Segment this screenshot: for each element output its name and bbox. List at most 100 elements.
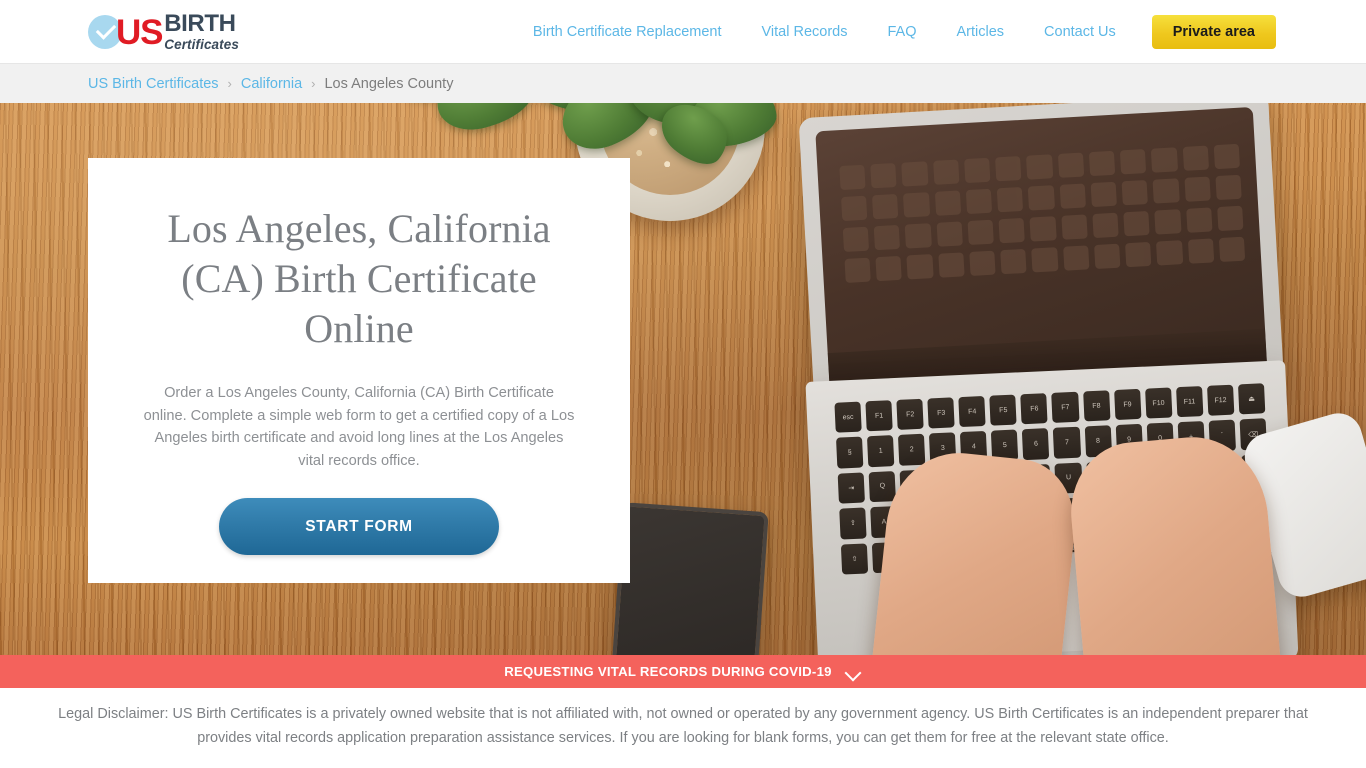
- reflection-key: [903, 192, 930, 218]
- reflection-key: [1062, 245, 1090, 271]
- reflection-key: [1061, 214, 1088, 240]
- logo-us-text: US: [116, 12, 163, 52]
- laptop-key: F9: [1113, 388, 1142, 421]
- logo-wordmark: BIRTH Certificates: [164, 12, 239, 52]
- breadcrumb-item-current: Los Angeles County: [324, 75, 454, 92]
- start-form-button[interactable]: START FORM: [219, 498, 499, 556]
- reflection-key: [1026, 154, 1053, 180]
- reflection-key: [872, 193, 899, 220]
- laptop-key: 6: [1022, 428, 1050, 461]
- reflection-key: [1215, 174, 1242, 201]
- laptop-key: F5: [989, 394, 1018, 427]
- laptop-screen-keyboard-reflection: [839, 143, 1248, 346]
- reflection-key: [1185, 207, 1213, 233]
- laptop-screen: [798, 103, 1284, 398]
- reflection-key: [1213, 143, 1240, 170]
- reflection-key: [901, 161, 929, 187]
- reflection-key: [1216, 205, 1244, 232]
- reflection-key: [1092, 212, 1119, 239]
- laptop-key: esc: [834, 401, 862, 434]
- nav-item-contact-us[interactable]: Contact Us: [1024, 24, 1136, 40]
- nav-item-faq[interactable]: FAQ: [867, 24, 936, 40]
- reflection-key: [1182, 145, 1209, 171]
- hero-subtitle: Order a Los Angeles County, California (…: [143, 385, 575, 469]
- reflection-key: [995, 156, 1022, 182]
- chevron-down-icon[interactable]: [845, 667, 862, 676]
- reflection-key: [932, 159, 960, 185]
- reflection-key: [1028, 185, 1055, 211]
- tablet-device: [609, 502, 769, 655]
- laptop-key: ⇥: [837, 472, 866, 504]
- reflection-key: [873, 224, 901, 251]
- reflection-key: [1090, 181, 1117, 208]
- laptop-key: F10: [1144, 387, 1173, 420]
- reflection-key: [1119, 149, 1147, 175]
- laptop-key: F8: [1082, 390, 1111, 422]
- breadcrumb-item-california[interactable]: California: [241, 76, 302, 92]
- logo-certificates-text: Certificates: [164, 37, 239, 53]
- covid-banner[interactable]: REQUESTING VITAL RECORDS DURING COVID-19: [0, 655, 1366, 688]
- reflection-key: [1123, 210, 1150, 237]
- main-navigation: Birth Certificate Replacement Vital Reco…: [513, 0, 1276, 64]
- laptop-key: 7: [1053, 427, 1081, 459]
- laptop-key: F6: [1020, 393, 1049, 425]
- logo-birth-text: BIRTH: [164, 10, 236, 38]
- reflection-key: [1059, 183, 1086, 209]
- laptop-key: F2: [896, 398, 924, 431]
- breadcrumb-item-home[interactable]: US Birth Certificates: [88, 76, 219, 92]
- reflection-key: [1057, 152, 1085, 178]
- laptop-key: Q: [868, 470, 897, 503]
- reflection-key: [934, 190, 962, 216]
- reflection-key: [998, 217, 1026, 244]
- breadcrumb: US Birth Certificates › California › Los…: [0, 64, 1366, 103]
- reflection-key: [905, 223, 932, 249]
- reflection-key: [1029, 216, 1057, 242]
- laptop-key: ⇧: [840, 543, 869, 575]
- reflection-key: [938, 252, 965, 278]
- breadcrumb-separator: ›: [311, 76, 316, 91]
- laptop-key: F4: [958, 395, 986, 428]
- laptop-key: F3: [927, 397, 955, 429]
- covid-banner-text: REQUESTING VITAL RECORDS DURING COVID-19: [504, 664, 832, 679]
- hero-card: Los Angeles, California (CA) Birth Certi…: [88, 158, 630, 583]
- reflection-key: [875, 255, 903, 282]
- reflection-key: [1154, 209, 1182, 235]
- nav-item-vital-records[interactable]: Vital Records: [742, 24, 868, 40]
- reflection-key: [841, 195, 868, 222]
- laptop-screen-reflection: [815, 106, 1267, 388]
- reflection-key: [936, 221, 963, 247]
- laptop-key: 1: [867, 435, 895, 468]
- reflection-key: [969, 250, 996, 276]
- reflection-key: [996, 186, 1024, 213]
- reflection-key: [967, 219, 994, 246]
- site-header: US BIRTH Certificates Birth Certificate …: [0, 0, 1366, 64]
- hero-section: esc F1 F2 F3 F4 F5 F6 F7 F8 F9 F10 F11 F12 ⏏ § 1 2 3 4 5 6 7 8…: [0, 103, 1366, 655]
- laptop-key: §: [836, 436, 864, 469]
- reflection-key: [1088, 150, 1116, 177]
- reflection-key: [870, 162, 897, 189]
- reflection-key: [1125, 241, 1152, 268]
- reflection-key: [965, 188, 993, 215]
- reflection-key: [1031, 247, 1059, 273]
- reflection-key: [1156, 240, 1183, 266]
- laptop-key: ⏏: [1237, 383, 1266, 415]
- laptop-key: 2: [898, 434, 926, 466]
- reflection-key: [1151, 147, 1178, 173]
- breadcrumb-separator: ›: [227, 76, 232, 91]
- site-logo[interactable]: US BIRTH Certificates: [88, 10, 239, 54]
- nav-item-birth-certificate-replacement[interactable]: Birth Certificate Replacement: [513, 24, 742, 40]
- laptop-key: F1: [865, 400, 893, 432]
- laptop-key: F7: [1051, 391, 1080, 424]
- nav-item-articles[interactable]: Articles: [936, 24, 1024, 40]
- laptop-key: ⇪: [839, 507, 867, 540]
- reflection-key: [842, 226, 870, 253]
- reflection-key: [1152, 178, 1180, 204]
- legal-disclaimer: Legal Disclaimer: US Birth Certificates …: [0, 688, 1366, 750]
- reflection-key: [1121, 179, 1149, 206]
- reflection-key: [906, 254, 934, 280]
- reflection-key: [839, 164, 866, 191]
- laptop-key: F12: [1206, 384, 1235, 417]
- private-area-button[interactable]: Private area: [1151, 15, 1276, 49]
- reflection-key: [1093, 243, 1121, 270]
- reflection-key: [1184, 176, 1211, 202]
